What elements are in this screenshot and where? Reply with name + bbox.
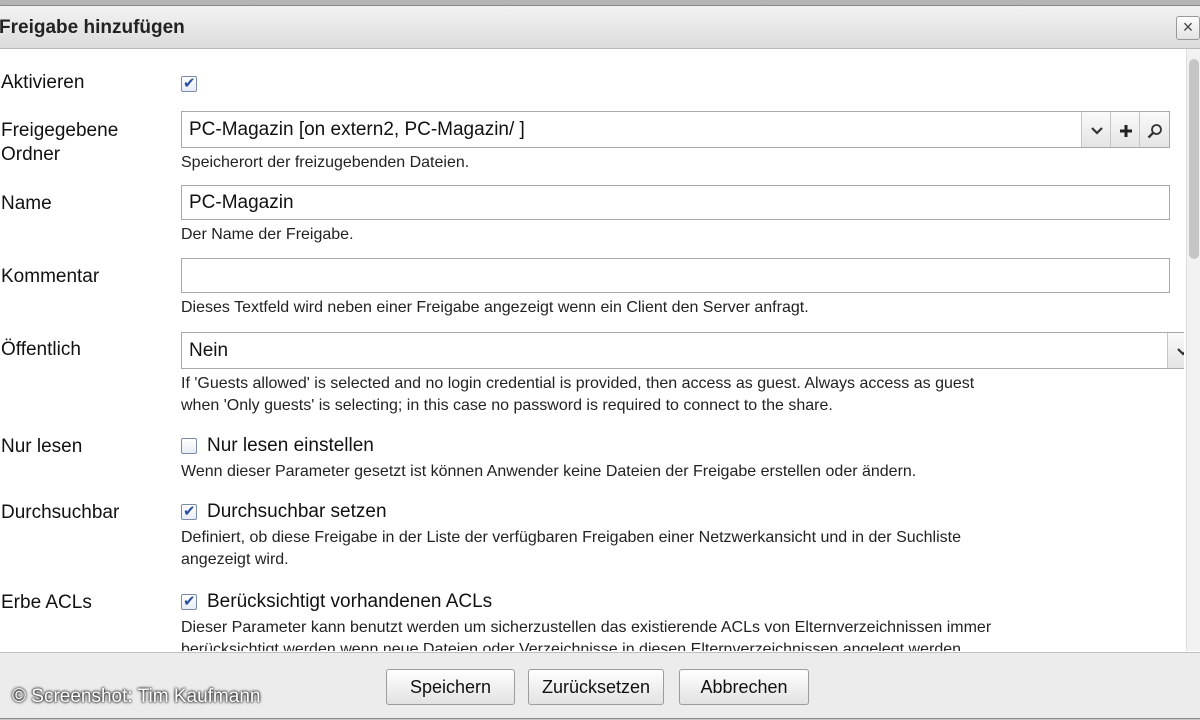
- durchsuchbar-checkbox[interactable]: [181, 502, 197, 520]
- ordner-combobox[interactable]: PC-Magazin [on extern2, PC-Magazin/ ]: [181, 111, 1170, 148]
- oeffentlich-help: If 'Guests allowed' is selected and no l…: [181, 373, 1184, 417]
- dialog-titlebar: Freigabe hinzufügen ×: [0, 6, 1200, 49]
- durchsuchbar-label: Durchsuchbar: [1, 502, 120, 523]
- ordner-help: Speicherort der freizugebenden Dateien.: [181, 154, 470, 171]
- nur-lesen-field: Nur lesen einstellen Wenn dieser Paramet…: [181, 435, 916, 483]
- kommentar-label: Kommentar: [1, 266, 100, 287]
- durchsuchbar-help-line2: angezeigt wird.: [181, 551, 289, 568]
- ordner-label-line1: Freigegebene: [1, 120, 119, 141]
- oeffentlich-dropdown-button[interactable]: [1167, 333, 1184, 368]
- kommentar-input[interactable]: [181, 258, 1170, 293]
- aktivieren-label: Aktivieren: [1, 72, 85, 93]
- content-scrollbar[interactable]: [1186, 49, 1200, 651]
- kommentar-help: Dieses Textfeld wird neben einer Freigab…: [181, 299, 809, 316]
- oeffentlich-value: Nein: [189, 340, 229, 361]
- oeffentlich-help-line2: when 'Only guests' is selecting; in this…: [181, 397, 833, 414]
- durchsuchbar-help: Definiert, ob diese Freigabe in der List…: [181, 527, 961, 571]
- close-icon: ×: [1182, 17, 1194, 37]
- screenshot-watermark: © Screenshot: Tim Kaufmann: [12, 686, 261, 707]
- reset-button[interactable]: Zurücksetzen: [528, 669, 664, 705]
- oeffentlich-label: Öffentlich: [1, 339, 81, 360]
- chevron-down-icon: [1090, 126, 1103, 135]
- oeffentlich-help-line1: If 'Guests allowed' is selected and no l…: [181, 375, 975, 392]
- durchsuchbar-checkbox-label[interactable]: Durchsuchbar setzen: [207, 501, 387, 522]
- search-icon: [1147, 123, 1162, 138]
- ordner-field: PC-Magazin [on extern2, PC-Magazin/ ] Sp…: [181, 111, 1170, 174]
- erbe-acls-help: Dieser Parameter kann benutzt werden um …: [181, 617, 991, 651]
- dialog-content: Aktivieren Freigegebene Ordner PC-Magazi…: [0, 49, 1184, 651]
- oeffentlich-field: Nein If 'Guests allowed' is selected and…: [181, 332, 1184, 417]
- name-field: PC-Magazin Der Name der Freigabe.: [181, 185, 1170, 246]
- ordner-value: PC-Magazin [on extern2, PC-Magazin/ ]: [189, 119, 525, 140]
- erbe-acls-checkbox[interactable]: [181, 592, 197, 610]
- nur-lesen-label: Nur lesen: [1, 436, 83, 457]
- cancel-button[interactable]: Abbrechen: [679, 669, 809, 705]
- nur-lesen-checkbox[interactable]: [181, 438, 197, 454]
- erbe-acls-help-line1: Dieser Parameter kann benutzt werden um …: [181, 619, 992, 636]
- name-label: Name: [1, 193, 52, 214]
- name-input[interactable]: PC-Magazin: [181, 185, 1170, 220]
- erbe-acls-checkbox-label[interactable]: Berücksichtigt vorhandenen ACLs: [207, 591, 492, 612]
- erbe-acls-help-line2: berücksichtigt werden wenn neue Dateien …: [181, 641, 966, 651]
- plus-icon: [1119, 124, 1132, 137]
- close-button[interactable]: ×: [1176, 16, 1200, 40]
- erbe-acls-label: Erbe ACLs: [1, 592, 92, 613]
- chevron-down-icon: [1176, 347, 1184, 356]
- scrollbar-thumb[interactable]: [1189, 59, 1199, 259]
- ordner-label-line2: Ordner: [1, 144, 61, 165]
- nur-lesen-help: Wenn dieser Parameter gesetzt ist können…: [181, 463, 917, 480]
- erbe-acls-field: Berücksichtigt vorhandenen ACLs Dieser P…: [181, 591, 991, 651]
- aktivieren-checkbox[interactable]: [181, 74, 197, 92]
- ordner-dropdown-button[interactable]: [1081, 112, 1111, 147]
- save-button[interactable]: Speichern: [386, 669, 515, 705]
- dialog-title: Freigabe hinzufügen: [0, 17, 185, 38]
- durchsuchbar-help-line1: Definiert, ob diese Freigabe in der List…: [181, 529, 961, 546]
- nur-lesen-checkbox-label[interactable]: Nur lesen einstellen: [207, 435, 374, 456]
- aktivieren-field: [181, 74, 197, 93]
- name-help: Der Name der Freigabe.: [181, 226, 354, 243]
- ordner-search-button[interactable]: [1139, 112, 1169, 147]
- ordner-add-button[interactable]: [1110, 112, 1140, 147]
- ordner-label: Freigegebene Ordner: [1, 119, 118, 167]
- kommentar-field: Dieses Textfeld wird neben einer Freigab…: [181, 258, 1170, 319]
- oeffentlich-select[interactable]: Nein: [181, 332, 1184, 369]
- add-share-dialog: Freigabe hinzufügen × Aktivieren Freigeg…: [0, 5, 1200, 719]
- durchsuchbar-field: Durchsuchbar setzen Definiert, ob diese …: [181, 501, 961, 571]
